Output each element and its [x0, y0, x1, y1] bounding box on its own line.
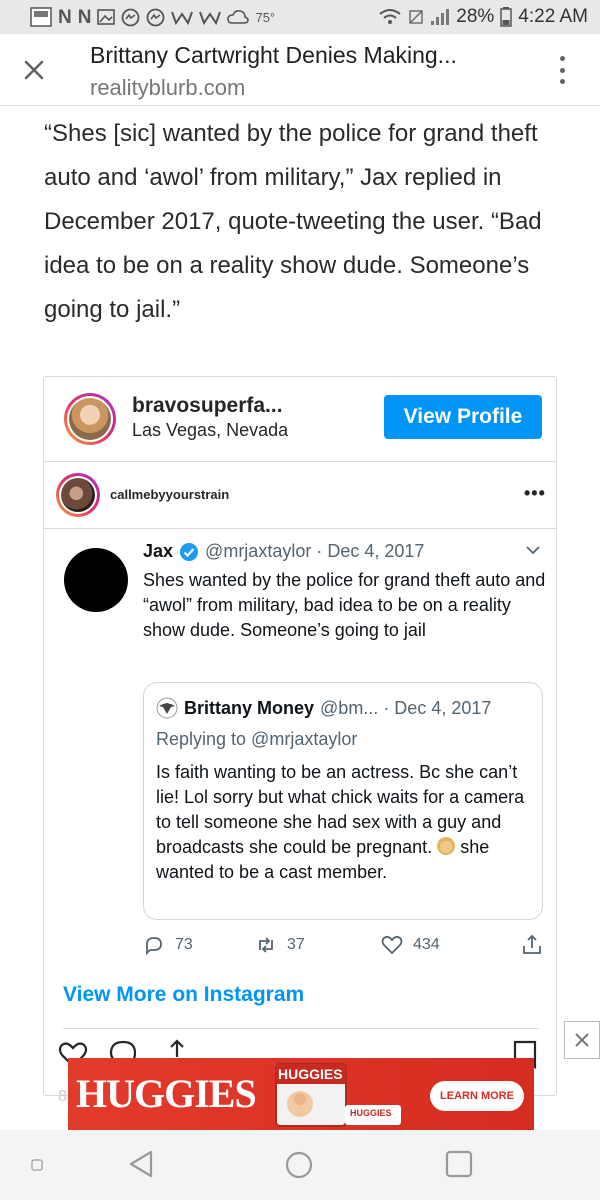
quoted-tweet-header: Brittany Money @bm... · Dec 4, 2017 — [156, 697, 491, 719]
signal-icon — [431, 9, 450, 25]
profile-username[interactable]: bravosuperfa... — [132, 394, 283, 418]
tweet-header: Jax @mrjaxtaylor · Dec 4, 2017 — [143, 541, 424, 562]
chevron-down-icon — [526, 546, 540, 555]
home-icon[interactable] — [283, 1149, 315, 1181]
eagle-avatar-icon — [156, 697, 178, 719]
messenger-icon — [147, 8, 165, 26]
recents-icon[interactable] — [444, 1149, 474, 1179]
retweet-action: 37 — [255, 934, 305, 956]
w-icon — [171, 11, 194, 25]
tweet-text: Shes wanted by the police for grand thef… — [143, 570, 546, 640]
cloud-icon — [227, 10, 250, 24]
share-icon — [523, 934, 541, 954]
like-count: 434 — [413, 936, 440, 953]
profile-location: Las Vegas, Nevada — [132, 420, 289, 440]
status-bar-notifications: N N 75° — [30, 7, 275, 27]
reply-count: 73 — [175, 936, 193, 953]
wifi-icon — [379, 9, 401, 24]
ad-wipes-label: HUGGIES — [350, 1108, 392, 1118]
divider — [63, 1028, 539, 1029]
status-bar: N N 75° 28% 4:22 AM — [0, 0, 600, 34]
close-icon[interactable] — [20, 56, 48, 84]
view-profile-button[interactable]: View Profile — [384, 395, 542, 439]
battery-icon — [500, 7, 513, 27]
ad-brand-logo: HUGGIES — [76, 1071, 257, 1116]
ad-pack-label: HUGGIES — [278, 1066, 343, 1082]
instagram-embed: bravosuperfa... Las Vegas, Nevada View P… — [43, 376, 557, 1096]
partially-hidden-count: 8 — [58, 1088, 67, 1105]
retweet-icon — [259, 937, 273, 953]
temperature: 75° — [255, 9, 276, 25]
profile-avatar[interactable] — [64, 393, 116, 445]
share-action — [521, 934, 543, 956]
quoted-author-name: Brittany Money — [184, 697, 315, 718]
n-icon: N — [58, 6, 72, 28]
clock: 4:22 AM — [518, 6, 588, 27]
heart-icon — [381, 935, 403, 955]
menu-dot-icon[interactable] — [30, 1158, 44, 1172]
reply-action: 73 — [143, 934, 193, 956]
tweet-author-name: Jax — [143, 541, 174, 561]
huggies-ad-banner[interactable]: HUGGIES HUGGIES HUGGIES LEARN MORE — [68, 1058, 534, 1130]
quoted-tweet-text: Is faith wanting to be an actress. Bc sh… — [156, 760, 536, 885]
like-action: 434 — [381, 934, 440, 956]
status-bar-system: 28% 4:22 AM — [378, 6, 588, 28]
custom-tab-toolbar: Brittany Cartwright Denies Making... rea… — [0, 34, 600, 106]
overflow-menu-icon[interactable] — [550, 52, 574, 88]
android-nav-bar — [0, 1130, 600, 1200]
w-icon — [199, 11, 222, 25]
article-paragraph: “Shes [sic] wanted by the police for gra… — [44, 120, 542, 323]
tweet-actions: 73 37 434 — [143, 934, 553, 958]
post-username[interactable]: callmebyyourstrain — [110, 487, 229, 502]
divider — [44, 461, 556, 462]
tweet-avatar — [64, 548, 128, 612]
shrug-emoji-icon — [437, 837, 456, 855]
verified-badge-icon — [180, 542, 199, 561]
battery-percent: 28% — [456, 6, 495, 27]
ad-close-button[interactable] — [564, 1021, 600, 1059]
tweet-handle-date: @mrjaxtaylor · Dec 4, 2017 — [205, 541, 425, 561]
post-avatar[interactable] — [56, 473, 100, 517]
page-url: realityblurb.com — [90, 75, 246, 100]
close-icon — [575, 1033, 589, 1047]
page-title: Brittany Cartwright Denies Making... — [90, 42, 457, 68]
retweet-count: 37 — [287, 936, 305, 953]
post-options-button[interactable]: ••• — [524, 483, 546, 504]
reply-icon — [146, 937, 162, 956]
quoted-tweet: Brittany Money @bm... · Dec 4, 2017 Repl… — [143, 682, 543, 920]
no-sim-icon — [409, 10, 423, 24]
notification-app-icon — [30, 7, 52, 27]
replying-to: Replying to @mrjaxtaylor — [156, 729, 358, 749]
view-more-on-instagram-link[interactable]: View More on Instagram — [63, 983, 304, 1007]
quoted-handle-date: @bm... · Dec 4, 2017 — [320, 697, 492, 718]
n-icon: N — [77, 6, 92, 28]
image-icon — [97, 9, 116, 25]
messenger-icon — [122, 8, 140, 26]
divider — [44, 528, 556, 529]
back-icon[interactable] — [125, 1148, 157, 1180]
learn-more-button[interactable]: LEARN MORE — [430, 1081, 524, 1111]
